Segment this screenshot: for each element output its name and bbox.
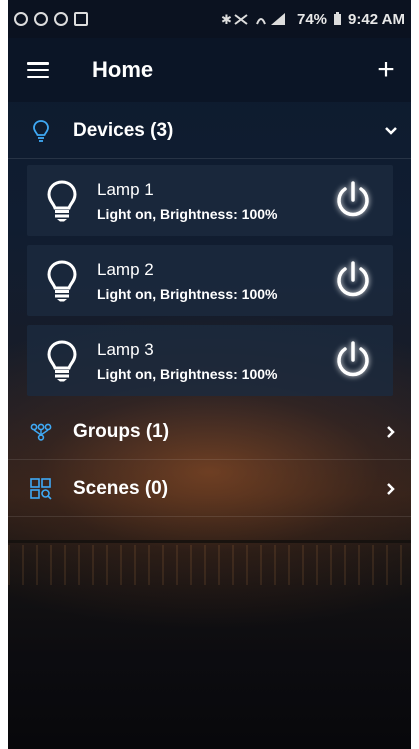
power-toggle-button[interactable] <box>313 340 393 382</box>
devices-section-label: Devices (3) <box>73 119 174 141</box>
hamburger-icon <box>27 62 49 78</box>
device-row-lamp-2[interactable]: Lamp 2 Light on, Brightness: 100% <box>27 245 393 316</box>
notification-circle-icon <box>34 12 48 26</box>
devices-section-header[interactable]: Devices (3) <box>8 103 411 159</box>
device-name: Lamp 3 <box>97 339 154 359</box>
scenes-section-label: Scenes (0) <box>73 477 169 499</box>
device-row-lamp-1[interactable]: Lamp 1 Light on, Brightness: 100% <box>27 165 393 236</box>
status-system: ✱ 74% 9:42 AM <box>221 11 405 28</box>
bulb-outline-icon <box>8 119 73 142</box>
device-info: Lamp 1 Light on, Brightness: 100% <box>97 180 313 222</box>
chevron-right-icon[interactable] <box>371 425 411 439</box>
power-icon <box>337 180 369 216</box>
signal-icons: ✱ <box>221 13 285 26</box>
scenes-icon <box>8 477 73 500</box>
image-icon <box>74 12 88 26</box>
svg-text:✱: ✱ <box>221 13 232 26</box>
clock: 9:42 AM <box>348 10 405 28</box>
device-name: Lamp 2 <box>97 259 154 279</box>
device-row-lamp-3[interactable]: Lamp 3 Light on, Brightness: 100% <box>27 325 393 396</box>
chevron-down-icon[interactable] <box>371 126 411 136</box>
bulb-icon <box>27 179 97 222</box>
power-toggle-button[interactable] <box>313 260 393 302</box>
device-name: Lamp 1 <box>97 179 154 199</box>
status-bar: ✱ 74% 9:42 AM <box>8 0 411 38</box>
bulb-icon <box>27 339 97 382</box>
device-info: Lamp 2 Light on, Brightness: 100% <box>97 260 313 302</box>
battery-icon <box>334 12 342 25</box>
device-info: Lamp 3 Light on, Brightness: 100% <box>97 340 313 382</box>
chevron-right-icon[interactable] <box>371 482 411 496</box>
device-status: Light on, Brightness: 100% <box>97 205 278 222</box>
power-toggle-button[interactable] <box>313 180 393 222</box>
status-notifications <box>14 12 88 26</box>
scenes-section-header[interactable]: Scenes (0) <box>8 461 411 517</box>
background-shoreline <box>8 540 411 543</box>
screen-border-left <box>0 0 8 749</box>
page-title: Home <box>92 57 154 82</box>
groups-section-label: Groups (1) <box>73 420 170 442</box>
groups-icon <box>8 423 73 441</box>
device-status: Light on, Brightness: 100% <box>97 285 278 302</box>
power-icon <box>337 340 369 376</box>
whatsapp-icon <box>14 12 28 26</box>
device-status: Light on, Brightness: 100% <box>97 365 278 382</box>
groups-section-header[interactable]: Groups (1) <box>8 404 411 460</box>
power-icon <box>337 260 369 296</box>
notification-circle-icon <box>54 12 68 26</box>
background-reflection <box>8 545 411 585</box>
add-button[interactable]: + <box>361 38 411 102</box>
bulb-icon <box>27 259 97 302</box>
screen-border-right <box>411 0 419 749</box>
app-bar: Home + <box>8 38 411 102</box>
battery-percent: 74% <box>297 10 328 28</box>
menu-button[interactable] <box>8 38 68 102</box>
